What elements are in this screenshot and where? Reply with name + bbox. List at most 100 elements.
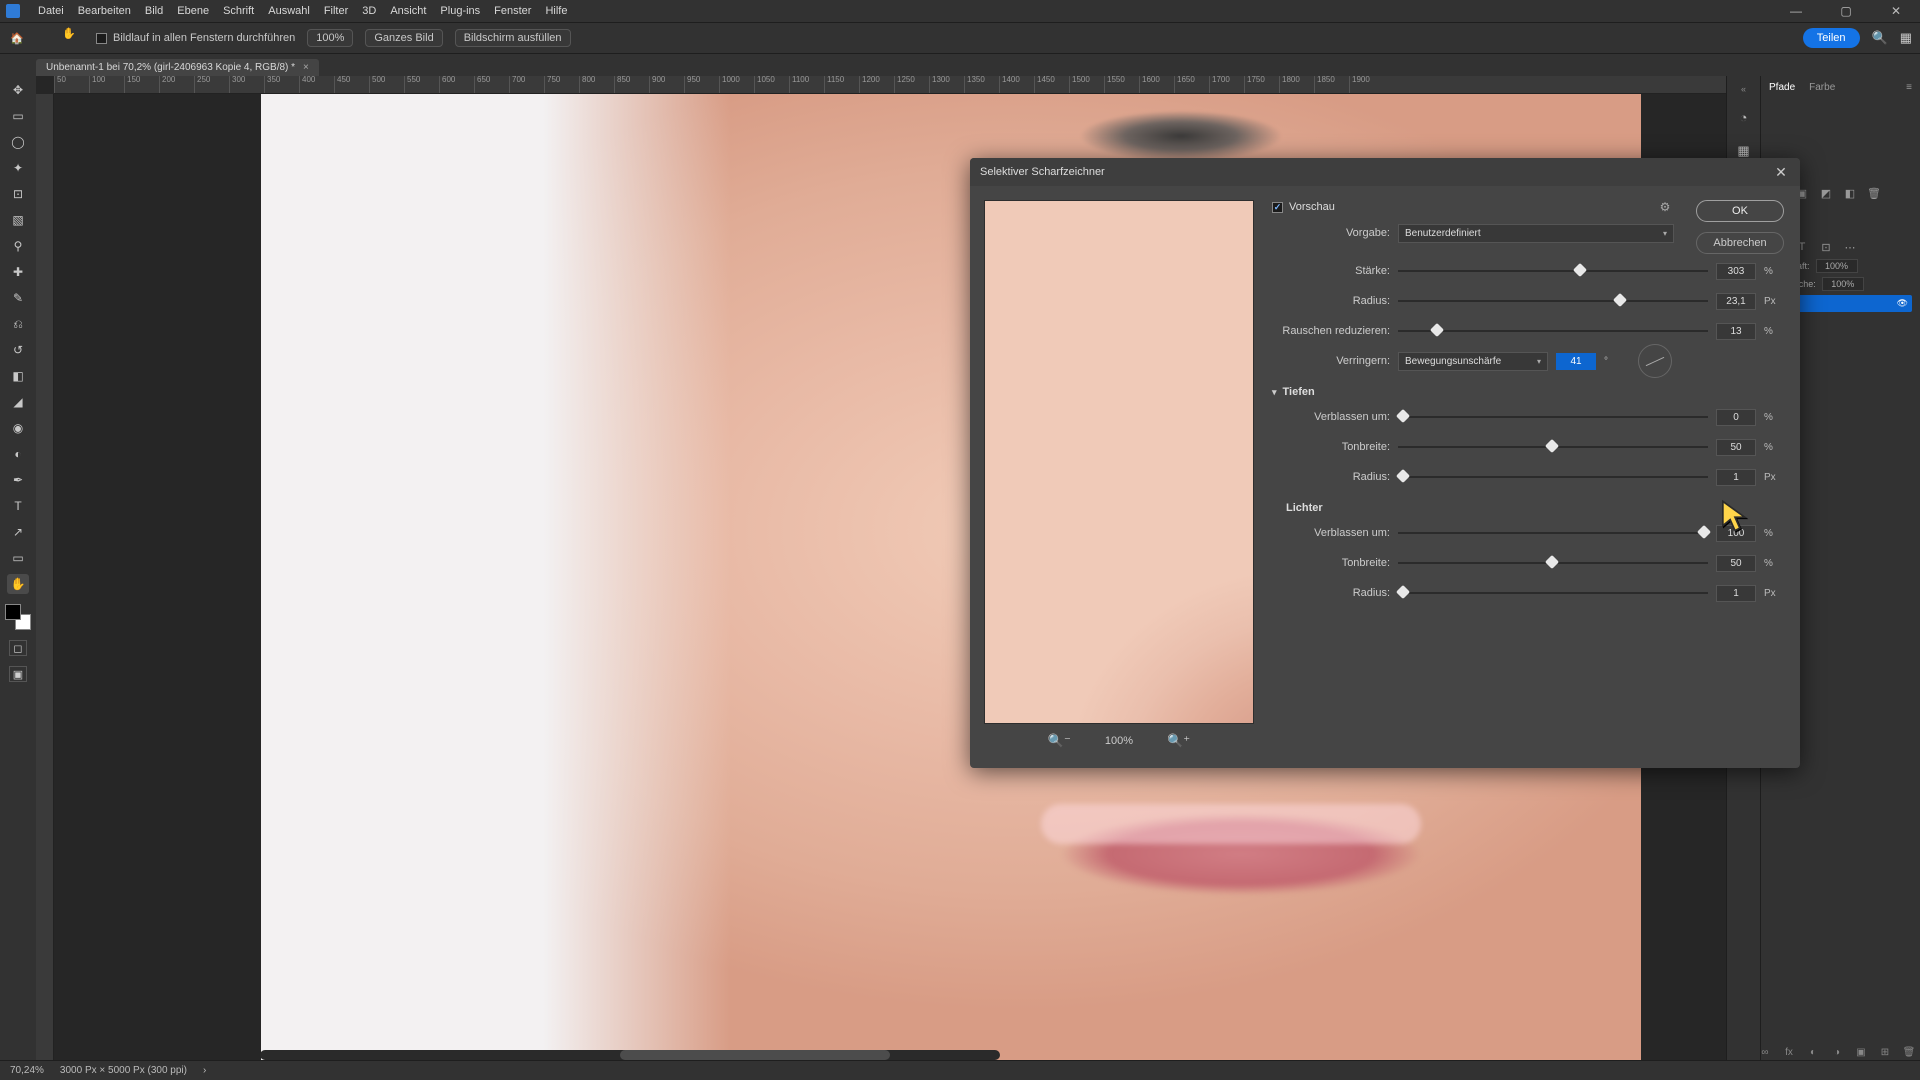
radius-input[interactable]: 23,1 [1716,293,1756,310]
hl-fade-input[interactable]: 100 [1716,525,1756,542]
close-tab-icon[interactable]: × [303,62,309,73]
link-layers-icon[interactable]: ∞ [1758,1047,1772,1058]
shadows-section-toggle[interactable]: ▾ Tiefen [1272,386,1784,398]
shadow-radius-input[interactable]: 1 [1716,469,1756,486]
blur-tool-icon[interactable]: ◉ [7,418,29,438]
menu-item[interactable]: Auswahl [268,5,310,17]
window-close-icon[interactable]: ✕ [1878,1,1914,21]
menu-item[interactable]: Plug-ins [440,5,480,17]
eye-icon[interactable]: 👁 [1897,298,1908,309]
fill-screen-button[interactable]: Bildschirm ausfüllen [455,29,571,47]
hl-tonal-input[interactable]: 50 [1716,555,1756,572]
gradient-tool-icon[interactable]: ◢ [7,392,29,412]
window-minimize-icon[interactable]: — [1778,1,1814,21]
shape-tool-icon[interactable]: ▭ [7,548,29,568]
brush-panel-icon[interactable]: ◔ [1733,106,1755,128]
menu-item[interactable]: Datei [38,5,64,17]
delete-layer-icon[interactable]: 🗑 [1902,1047,1916,1058]
hand-tool-icon[interactable]: ✋ [62,27,84,49]
screenmode-icon[interactable]: ▣ [9,666,27,682]
move-tool-icon[interactable]: ✥ [7,80,29,100]
fx-icon[interactable]: fx [1782,1047,1796,1058]
shadow-radius-slider[interactable] [1398,470,1708,484]
menu-item[interactable]: Ansicht [390,5,426,17]
angle-input[interactable]: 41 [1556,353,1596,370]
home-icon[interactable]: 🏠 [8,29,26,47]
status-docinfo[interactable]: 3000 Px × 5000 Px (300 ppi) [60,1065,187,1076]
menu-item[interactable]: Hilfe [545,5,567,17]
text-tool-icon[interactable]: T [7,496,29,516]
strength-slider[interactable] [1398,264,1708,278]
marquee-tool-icon[interactable]: ▭ [7,106,29,126]
menu-item[interactable]: Schrift [223,5,254,17]
lasso-tool-icon[interactable]: ◯ [7,132,29,152]
strength-input[interactable]: 303 [1716,263,1756,280]
zoom-in-icon[interactable]: 🔍⁺ [1167,733,1190,749]
frame-tool-icon[interactable]: ▧ [7,210,29,230]
tab-farbe[interactable]: Farbe [1809,82,1835,93]
hl-fade-slider[interactable] [1398,526,1708,540]
crop-tool-icon[interactable]: ⊡ [7,184,29,204]
quickmask-icon[interactable]: ◻ [9,640,27,656]
menu-item[interactable]: Bild [145,5,163,17]
cancel-button[interactable]: Abbrechen [1696,232,1784,254]
menu-item[interactable]: Filter [324,5,348,17]
scroll-all-windows-checkbox[interactable]: Bildlauf in allen Fenstern durchführen [96,32,295,44]
highlights-section-toggle[interactable]: Lichter [1286,502,1784,514]
scrollbar-thumb[interactable] [620,1050,890,1060]
chevron-right-icon[interactable]: › [203,1065,206,1076]
pen-tool-icon[interactable]: ✒ [7,470,29,490]
shadow-fade-input[interactable]: 0 [1716,409,1756,426]
mask-new-icon[interactable]: ◐ [1806,1047,1820,1058]
dialog-titlebar[interactable]: Selektiver Scharfzeichner ✕ [970,158,1800,186]
document-tab[interactable]: Unbenannt-1 bei 70,2% (girl-2406963 Kopi… [36,59,319,76]
heal-tool-icon[interactable]: ✚ [7,262,29,282]
settings-gear-icon[interactable]: ⚙ [1656,200,1674,214]
radius-slider[interactable] [1398,294,1708,308]
hand-tool-icon[interactable]: ✋ [7,574,29,594]
hl-tonal-slider[interactable] [1398,556,1708,570]
noise-slider[interactable] [1398,324,1708,338]
hl-radius-input[interactable]: 1 [1716,585,1756,602]
window-restore-icon[interactable]: ▢ [1828,1,1864,21]
shadow-fade-slider[interactable] [1398,410,1708,424]
shadow-tonal-slider[interactable] [1398,440,1708,454]
crop2-icon[interactable]: ⊡ [1817,239,1835,255]
hl-radius-slider[interactable] [1398,586,1708,600]
foreground-color-icon[interactable] [5,604,21,620]
close-dialog-icon[interactable]: ✕ [1772,164,1790,181]
menu-item[interactable]: 3D [362,5,376,17]
group-icon[interactable]: ▣ [1854,1047,1868,1058]
collapse-panels-icon[interactable]: « [1741,84,1746,94]
ok-button[interactable]: OK [1696,200,1784,222]
status-zoom[interactable]: 70,24% [10,1065,44,1076]
angle-dial-icon[interactable] [1638,344,1672,378]
new-layer-icon[interactable]: ⊞ [1878,1047,1892,1058]
trash-icon[interactable]: 🗑 [1865,185,1883,201]
dodge-tool-icon[interactable]: ◐ [7,444,29,464]
search-icon[interactable]: 🔍 [1872,30,1888,46]
fit-screen-button[interactable]: Ganzes Bild [365,29,442,47]
stamp-tool-icon[interactable]: ⎌ [7,314,29,334]
eraser-tool-icon[interactable]: ◧ [7,366,29,386]
canvas-scrollbar-horizontal[interactable] [260,1050,1000,1060]
history-brush-tool-icon[interactable]: ↺ [7,340,29,360]
menu-item[interactable]: Bearbeiten [78,5,131,17]
zoom-100-button[interactable]: 100% [307,29,353,47]
noise-input[interactable]: 13 [1716,323,1756,340]
zoom-out-icon[interactable]: 🔍⁻ [1048,733,1071,749]
path-tool-icon[interactable]: ↗ [7,522,29,542]
eyedropper-tool-icon[interactable]: ⚲ [7,236,29,256]
brush-tool-icon[interactable]: ✎ [7,288,29,308]
menu-item[interactable]: Fenster [494,5,531,17]
fill-field[interactable]: 100% [1822,277,1864,291]
invert-icon[interactable]: ◧ [1841,185,1859,201]
mask2-icon[interactable]: ◩ [1817,185,1835,201]
remove-dropdown[interactable]: Bewegungsunschärfe▾ [1398,352,1548,371]
preview-image[interactable] [984,200,1254,724]
menu-item[interactable]: Ebene [177,5,209,17]
color-swatch[interactable] [5,604,31,630]
more-icon[interactable]: ⋯ [1841,239,1859,255]
tab-pfade[interactable]: Pfade [1769,82,1795,93]
workspace-switch-icon[interactable]: ▦ [1900,30,1912,46]
